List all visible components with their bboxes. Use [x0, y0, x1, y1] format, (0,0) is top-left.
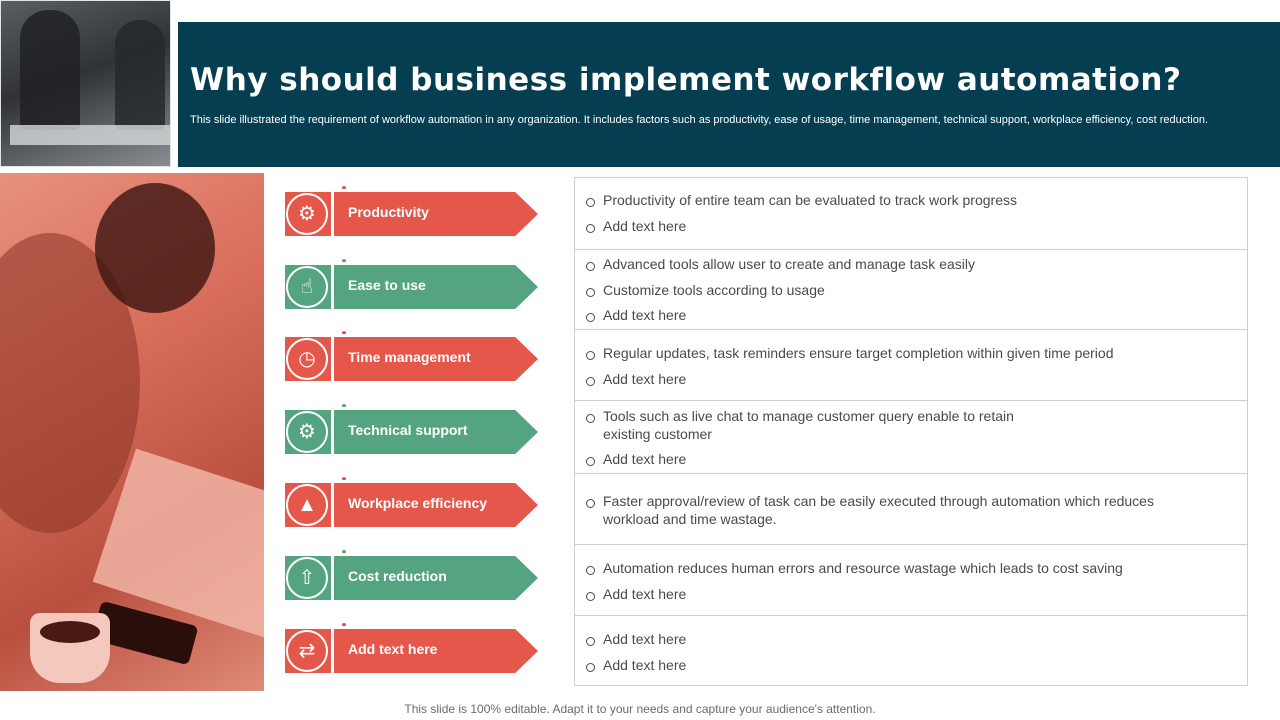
bullet-item: Tools such as live chat to manage custom… [585, 407, 1047, 443]
bullet-item: Add text here [585, 656, 1207, 674]
bullet-item: Add text here [585, 306, 1207, 324]
factor-label: Productivity [348, 204, 429, 220]
bullet-item: Add text here [585, 450, 1047, 468]
factor-label: Time management [348, 349, 471, 365]
factor-label: Add text here [348, 641, 438, 657]
bullet-item: Automation reduces human errors and reso… [585, 559, 1207, 577]
table-row: Faster approval/review of task can be ea… [575, 473, 1247, 544]
factor-technical-support: ⚙ Technical support [285, 404, 545, 457]
bullet-item: Add text here [585, 630, 1207, 648]
factor-list: ⚙ Productivity ☝ Ease to use ◷ Time mana… [285, 180, 545, 690]
bullet-item: Productivity of entire team can be evalu… [585, 191, 1207, 209]
process-arrows-icon: ⇄ [286, 630, 328, 672]
table-row: Regular updates, task reminders ensure t… [575, 329, 1247, 400]
bullet-item: Customize tools according to usage [585, 281, 1207, 299]
factor-label: Cost reduction [348, 568, 447, 584]
bullet-item: Add text here [585, 370, 1207, 388]
page-subtitle: This slide illustrated the requirement o… [190, 114, 1209, 126]
bullet-item: Advanced tools allow user to create and … [585, 255, 1207, 273]
bullet-item: Add text here [585, 217, 1207, 235]
factor-label: Ease to use [348, 277, 426, 293]
table-row: Tools such as live chat to manage custom… [575, 400, 1247, 473]
bullet-item: Faster approval/review of task can be ea… [585, 492, 1187, 528]
hand-pointer-icon: ☝ [286, 266, 328, 308]
clock-chart-icon: ◷ [286, 338, 328, 380]
table-row: Automation reduces human errors and reso… [575, 544, 1247, 615]
factor-label: Workplace efficiency [348, 495, 488, 511]
footer-note: This slide is 100% editable. Adapt it to… [404, 702, 876, 716]
factor-label: Technical support [348, 422, 468, 438]
growth-chart-icon: ▲ [286, 484, 328, 526]
page-title: Why should business implement workflow a… [190, 62, 1182, 98]
coin-arrow-icon: ⇧ [286, 557, 328, 599]
gear-hand-icon: ⚙ [286, 411, 328, 453]
table-row: Productivity of entire team can be evalu… [575, 178, 1247, 249]
meeting-photo [0, 0, 171, 167]
factor-add-text: ⇄ Add text here [285, 623, 545, 676]
table-row: Advanced tools allow user to create and … [575, 249, 1247, 329]
factor-workplace-efficiency: ▲ Workplace efficiency [285, 477, 545, 530]
factor-productivity: ⚙ Productivity [285, 186, 545, 239]
bullet-item: Regular updates, task reminders ensure t… [585, 344, 1207, 362]
factor-cost-reduction: ⇧ Cost reduction [285, 550, 545, 603]
factor-ease-to-use: ☝ Ease to use [285, 259, 545, 312]
bullet-item: Add text here [585, 585, 1207, 603]
factor-time-management: ◷ Time management [285, 331, 545, 384]
team-working-photo [0, 173, 264, 691]
description-table: Productivity of entire team can be evalu… [574, 177, 1248, 686]
productivity-gauge-icon: ⚙ [286, 193, 328, 235]
table-row: Add text here Add text here [575, 615, 1247, 685]
title-banner: Why should business implement workflow a… [178, 22, 1280, 167]
